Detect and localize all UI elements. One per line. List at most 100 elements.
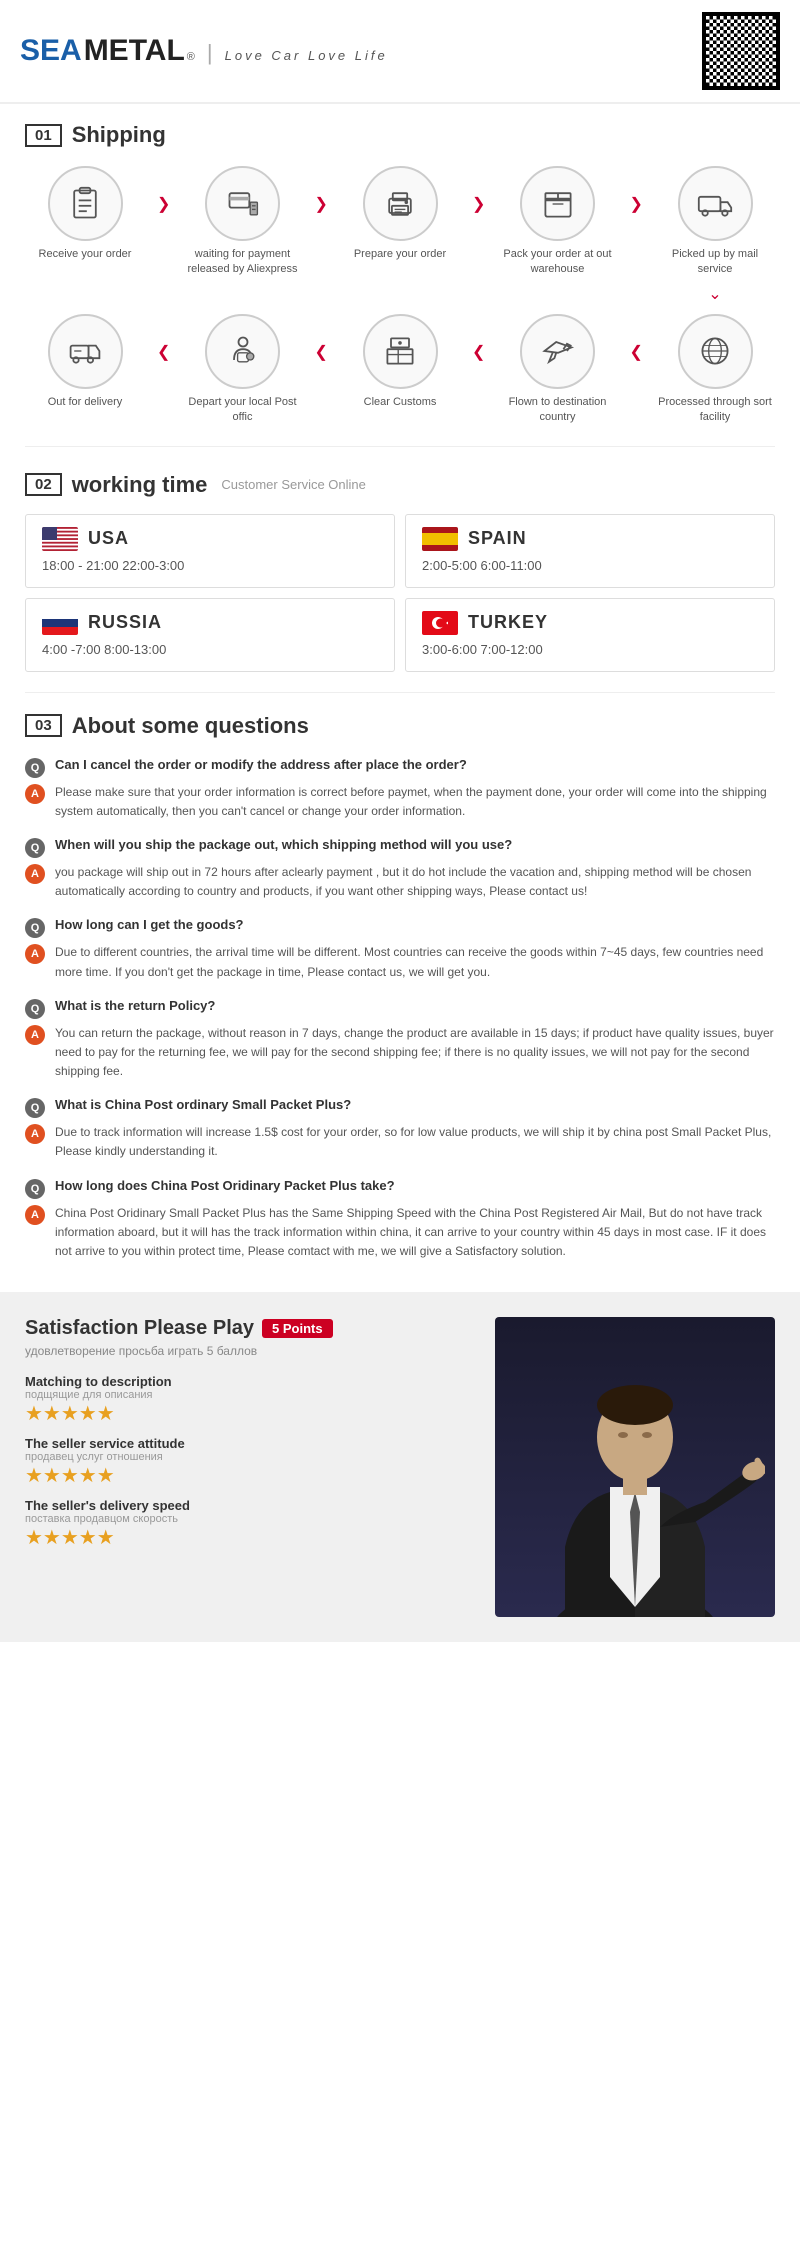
truck-icon [697, 186, 733, 222]
arrow-l2: ❮ [315, 342, 328, 362]
faq-q-4-text: What is the return Policy? [55, 998, 215, 1013]
faq-item-4: Q What is the return Policy? A You can r… [25, 998, 775, 1082]
faq-q-1-text: Can I cancel the order or modify the add… [55, 757, 467, 772]
section-02-label: working time [72, 472, 208, 498]
logo-sea: SEA [20, 34, 82, 68]
badge-a-6: A [25, 1205, 45, 1225]
faq-q-6: Q How long does China Post Oridinary Pac… [25, 1178, 775, 1199]
step-pack-circle [520, 166, 595, 241]
qr-code [702, 12, 780, 90]
clipboard-icon [67, 186, 103, 222]
step-receive-circle [48, 166, 123, 241]
step-pickup-circle [678, 166, 753, 241]
step-sort-label: Processed through sort facility [655, 395, 775, 426]
badge-a-2: A [25, 864, 45, 884]
country-time-russia: 4:00 -7:00 8:00-13:00 [42, 642, 166, 657]
arrow-l4: ❮ [630, 342, 643, 362]
sat-title-row: Satisfaction Please Play 5 Points [25, 1317, 475, 1340]
faq-q-4: Q What is the return Policy? [25, 998, 775, 1019]
country-time-turkey: 3:00-6:00 7:00-12:00 [422, 642, 543, 657]
arrow-down: ⌄ [708, 284, 721, 304]
step-prepare-circle [363, 166, 438, 241]
faq-a-1-text: Please make sure that your order informa… [55, 783, 775, 821]
time-box-spain: SPAIN 2:00-5:00 6:00-11:00 [405, 514, 775, 588]
logo: SEA METAL ® | Love Car Love Life [20, 34, 388, 68]
faq-item-2: Q When will you ship the package out, wh… [25, 837, 775, 901]
shipping-row-1: Receive your order ❯ waiting for payment… [25, 166, 775, 304]
sat-title: Satisfaction Please Play [25, 1317, 254, 1340]
badge-a-3: A [25, 944, 45, 964]
faq-a-5: A Due to track information will increase… [25, 1123, 775, 1161]
customs-icon [382, 333, 418, 369]
badge-a-1: A [25, 784, 45, 804]
time-grid: USA 18:00 - 21:00 22:00-3:00 SPAIN 2:00-… [25, 514, 775, 672]
step-depart-label: Depart your local Post offic [183, 395, 303, 426]
rating-1: Matching to description подщящие для опи… [25, 1374, 475, 1426]
country-row-spain: SPAIN [422, 527, 758, 551]
faq-q-5: Q What is China Post ordinary Small Pack… [25, 1097, 775, 1118]
step-customs-label: Clear Customs [364, 395, 437, 410]
globe-icon [697, 333, 733, 369]
section-01-label: Shipping [72, 122, 166, 148]
step-outdelivery-label: Out for delivery [48, 395, 123, 410]
section-02-title: 02 working time Customer Service Online [25, 472, 775, 498]
step-receive: Receive your order [25, 166, 145, 262]
faq-a-5-text: Due to track information will increase 1… [55, 1123, 775, 1161]
badge-q-2: Q [25, 838, 45, 858]
step-prepare: Prepare your order [340, 166, 460, 262]
country-row-turkey: TURKEY [422, 611, 758, 635]
section-01-title: 01 Shipping [25, 122, 775, 148]
time-box-turkey: TURKEY 3:00-6:00 7:00-12:00 [405, 598, 775, 672]
faq-q-2-text: When will you ship the package out, whic… [55, 837, 512, 852]
outdelivery-icon [67, 333, 103, 369]
logo-divider: | [207, 40, 213, 66]
printer-icon [382, 186, 418, 222]
rating-1-label: Matching to description [25, 1374, 475, 1389]
step-payment-circle [205, 166, 280, 241]
rating-2: The seller service attitude продавец усл… [25, 1436, 475, 1488]
faq-section: 03 About some questions Q Can I cancel t… [0, 698, 800, 1293]
faq-q-2: Q When will you ship the package out, wh… [25, 837, 775, 858]
step-depart: Depart your local Post offic [183, 314, 303, 426]
faq-q-3-text: How long can I get the goods? [55, 917, 244, 932]
country-name-russia: RUSSIA [88, 612, 162, 633]
arrow-3: ❯ [472, 194, 485, 214]
step-customs-circle [363, 314, 438, 389]
arrow-l3: ❮ [472, 342, 485, 362]
country-name-usa: USA [88, 528, 129, 549]
rating-1-sub: подщящие для описания [25, 1389, 475, 1401]
country-row-russia: RUSSIA [42, 611, 378, 635]
step-flown-label: Flown to destination country [498, 395, 618, 426]
rating-3: The seller's delivery speed поставка про… [25, 1498, 475, 1550]
faq-a-6: A China Post Oridinary Small Packet Plus… [25, 1204, 775, 1262]
step-customs: Clear Customs [340, 314, 460, 410]
badge-a-5: A [25, 1124, 45, 1144]
faq-a-3: A Due to different countries, the arriva… [25, 943, 775, 981]
rating-2-sub: продавец услуг отношения [25, 1451, 475, 1463]
time-box-usa: USA 18:00 - 21:00 22:00-3:00 [25, 514, 395, 588]
plane-icon [540, 333, 576, 369]
divider-1 [25, 446, 775, 447]
flag-turkey [422, 611, 458, 635]
country-row-usa: USA [42, 527, 378, 551]
section-03-num: 03 [25, 714, 62, 737]
badge-q-1: Q [25, 758, 45, 778]
rating-3-stars: ★★★★★ [25, 1525, 475, 1550]
step-sort: Processed through sort facility [655, 314, 775, 426]
time-box-russia: RUSSIA 4:00 -7:00 8:00-13:00 [25, 598, 395, 672]
section-03-title: 03 About some questions [25, 713, 775, 739]
rating-2-label: The seller service attitude [25, 1436, 475, 1451]
flag-usa [42, 527, 78, 551]
faq-item-1: Q Can I cancel the order or modify the a… [25, 757, 775, 821]
section-01-num: 01 [25, 124, 62, 147]
faq-q-1: Q Can I cancel the order or modify the a… [25, 757, 775, 778]
section-02-num: 02 [25, 473, 62, 496]
step-outdelivery-circle [48, 314, 123, 389]
step-pack: Pack your order at out warehouse [498, 166, 618, 278]
faq-q-6-text: How long does China Post Oridinary Packe… [55, 1178, 395, 1193]
step-payment: waiting for payment released by Aliexpre… [183, 166, 303, 278]
shipping-row-2: Out for delivery ❮ Depart your local Pos… [25, 314, 775, 426]
rating-2-stars: ★★★★★ [25, 1463, 475, 1488]
step-prepare-label: Prepare your order [354, 247, 446, 262]
flag-russia [42, 611, 78, 635]
